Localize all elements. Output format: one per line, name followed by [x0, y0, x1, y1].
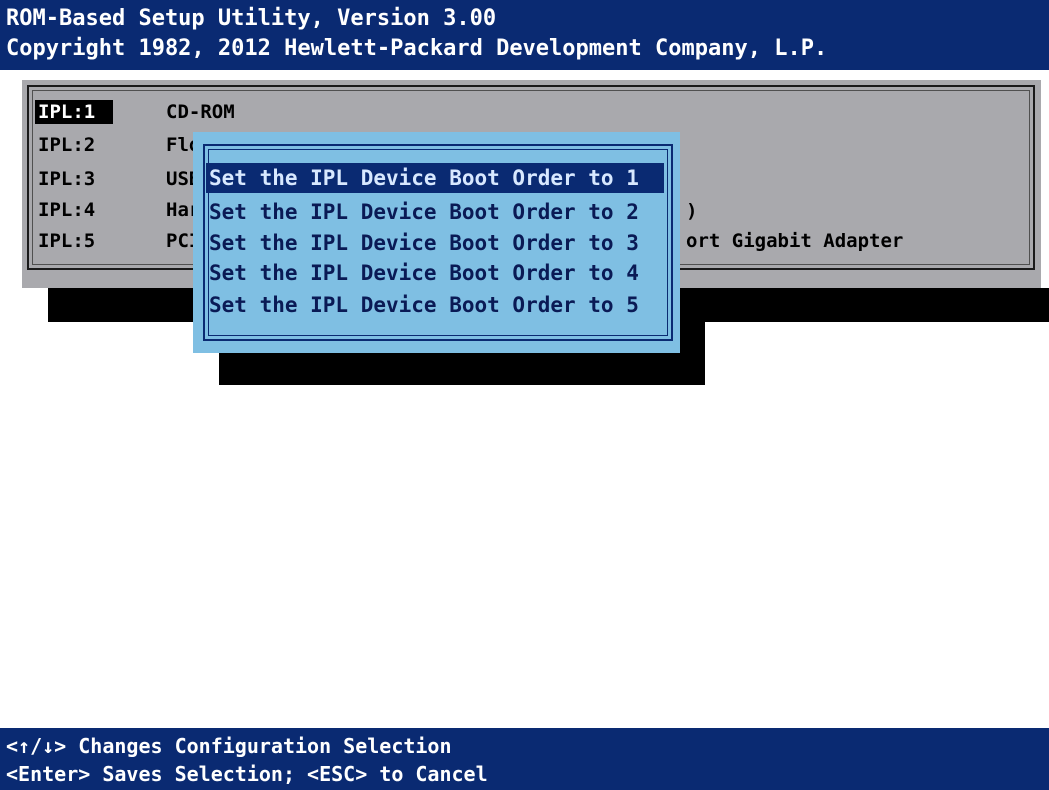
help-save-cancel: <Enter> Saves Selection; <ESC> to Cancel [6, 762, 488, 786]
copyright-line: Copyright 1982, 2012 Hewlett-Packard Dev… [6, 36, 828, 61]
boot-order-option-1[interactable]: Set the IPL Device Boot Order to 1 [206, 163, 664, 193]
ipl-row-4-tail: ) [686, 200, 698, 222]
help-bar: <↑/↓> Changes Configuration Selection <E… [0, 728, 1049, 790]
boot-order-option-4[interactable]: Set the IPL Device Boot Order to 4 [206, 258, 664, 288]
ipl-key-1: IPL:1 [35, 100, 113, 124]
boot-order-option-5[interactable]: Set the IPL Device Boot Order to 5 [206, 290, 664, 320]
ipl-row-1[interactable]: IPL:1 CD-ROM [35, 100, 1025, 124]
ipl-key-5: IPL:5 [38, 230, 96, 252]
ipl-key-3: IPL:3 [38, 168, 96, 190]
help-navigate: <↑/↓> Changes Configuration Selection [6, 734, 452, 758]
ipl-device-1: CD-ROM [166, 101, 235, 123]
title-bar: ROM-Based Setup Utility, Version 3.00 Co… [0, 0, 1049, 70]
utility-title: ROM-Based Setup Utility, Version 3.00 [6, 6, 497, 31]
boot-order-option-2[interactable]: Set the IPL Device Boot Order to 2 [206, 197, 664, 227]
ipl-key-4: IPL:4 [38, 199, 96, 221]
boot-order-option-3[interactable]: Set the IPL Device Boot Order to 3 [206, 228, 664, 258]
boot-order-popup: Set the IPL Device Boot Order to 1 Set t… [193, 132, 680, 353]
ipl-row-5-tail: ort Gigabit Adapter [686, 230, 904, 252]
ipl-key-2: IPL:2 [38, 134, 96, 156]
